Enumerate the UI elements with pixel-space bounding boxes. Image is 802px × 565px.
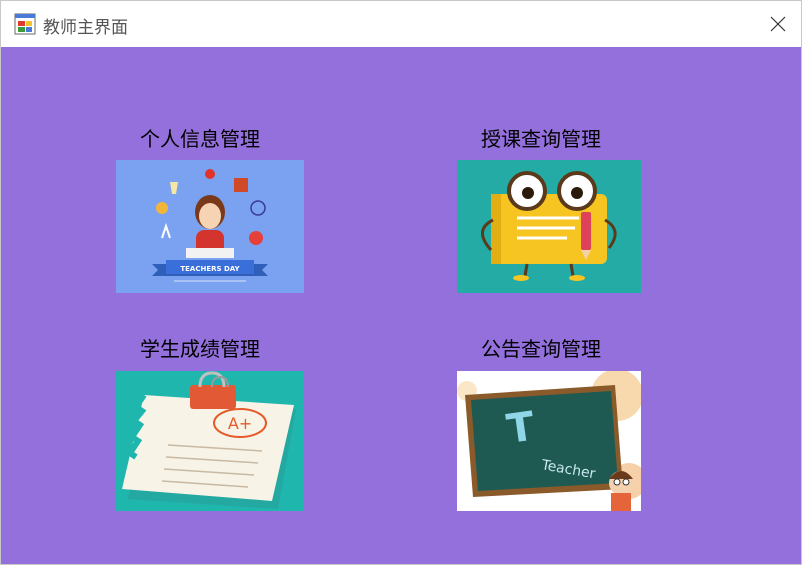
title-bar[interactable]: 教师主界面 bbox=[1, 1, 801, 47]
app-form-icon bbox=[14, 13, 36, 35]
close-button[interactable] bbox=[755, 1, 801, 47]
course-query-button[interactable] bbox=[457, 160, 641, 293]
personal-info-label[interactable]: 个人信息管理 bbox=[140, 123, 260, 152]
main-panel: 个人信息管理 TEACHERS DAY 授课查询管理 学生成绩管理 A+ 公告查… bbox=[1, 47, 801, 564]
teacher-main-window: 教师主界面 个人信息管理 TEACHERS DAY 授课查询管理 学生成绩管理 … bbox=[0, 0, 802, 565]
graded-paper-illustration: A+ bbox=[116, 371, 304, 511]
window-title: 教师主界面 bbox=[43, 18, 128, 38]
close-icon bbox=[770, 16, 786, 32]
grade-text: A+ bbox=[228, 414, 252, 433]
teacher-day-illustration: TEACHERS DAY bbox=[116, 160, 304, 293]
announcement-query-button[interactable]: T Teacher bbox=[457, 371, 641, 511]
cartoon-book-illustration bbox=[457, 160, 641, 293]
announcement-query-label[interactable]: 公告查询管理 bbox=[481, 333, 601, 362]
teacher-day-banner-text: TEACHERS DAY bbox=[180, 265, 240, 273]
personal-info-button[interactable]: TEACHERS DAY bbox=[116, 160, 304, 293]
course-query-label[interactable]: 授课查询管理 bbox=[481, 123, 601, 152]
student-grades-button[interactable]: A+ bbox=[116, 371, 304, 511]
chalkboard-illustration: T Teacher bbox=[457, 371, 641, 511]
student-grades-label[interactable]: 学生成绩管理 bbox=[140, 333, 260, 362]
